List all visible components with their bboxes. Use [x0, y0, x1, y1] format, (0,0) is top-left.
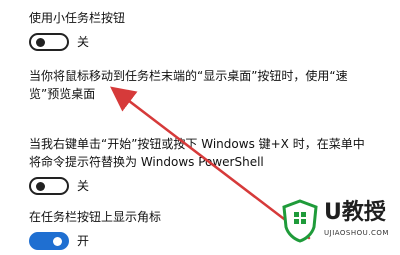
- powershell-setting-title: 当我右键单击“开始”按钮或按下 Windows 键+X 时，在菜单中将命令提示符…: [29, 137, 365, 169]
- small-taskbar-buttons-state: 关: [77, 35, 90, 49]
- powershell-state: 关: [77, 179, 90, 193]
- watermark-subtitle: UJIAOSHOU.COM: [324, 229, 389, 237]
- site-watermark: U教授 UJIAOSHOU.COM: [280, 197, 392, 249]
- taskbar-badges-state: 开: [77, 234, 90, 248]
- shield-logo-icon: [282, 199, 318, 243]
- toggle-knob: [36, 182, 45, 191]
- toggle-knob: [53, 237, 62, 246]
- small-taskbar-buttons-toggle[interactable]: [29, 33, 69, 51]
- powershell-toggle[interactable]: [29, 177, 69, 195]
- taskbar-badges-toggle[interactable]: [29, 232, 69, 250]
- toggle-knob: [36, 38, 45, 47]
- watermark-title: U教授: [324, 200, 386, 225]
- taskbar-settings-page: 使用小任务栏按钮 关 当你将鼠标移动到任务栏末端的“显示桌面”按钮时，使用“速览…: [0, 0, 400, 255]
- taskbar-badges-title: 在任务栏按钮上显示角标: [29, 210, 162, 224]
- peek-desktop-description: 当你将鼠标移动到任务栏末端的“显示桌面”按钮时，使用“速览”预览桌面: [29, 69, 348, 101]
- small-taskbar-buttons-title: 使用小任务栏按钮: [29, 11, 126, 25]
